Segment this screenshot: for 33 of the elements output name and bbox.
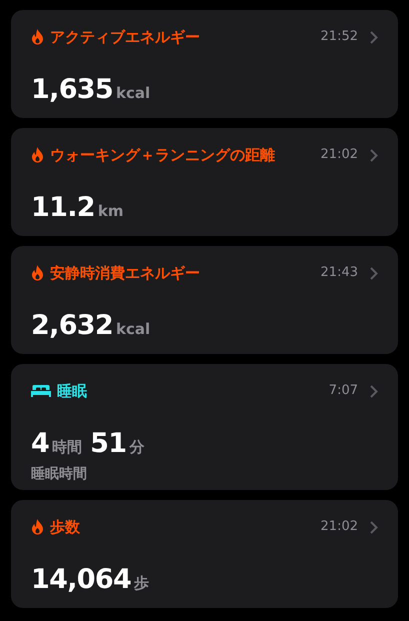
value-unit: km <box>98 201 124 222</box>
card-subtitle: 睡眠時間 <box>31 465 88 484</box>
chevron-icon <box>370 520 378 534</box>
card-title: 歩数 <box>50 516 80 538</box>
summary-card[interactable]: ウォーキング＋ランニングの距離 21:02 11.2 km <box>11 128 398 236</box>
card-title: ウォーキング＋ランニングの距離 <box>50 144 275 166</box>
card-title: 睡眠 <box>57 380 87 402</box>
value-unit: kcal <box>116 319 150 340</box>
chevron-icon <box>370 266 378 280</box>
card-time: 21:02 <box>320 518 358 536</box>
summary-card[interactable]: 歩数 21:02 14,064 歩 <box>11 500 398 608</box>
card-time: 21:52 <box>320 28 358 46</box>
chevron-icon <box>370 384 378 398</box>
value-unit: 時間 <box>52 437 82 458</box>
value-number: 1,635 <box>31 73 114 107</box>
value-unit: 歩 <box>134 573 150 594</box>
card-time: 21:02 <box>320 146 358 164</box>
summary-card[interactable]: 睡眠 7:07 4 時間 51 分 睡眠時間 <box>11 364 398 490</box>
card-title: アクティブエネルギー <box>50 26 200 48</box>
chevron-icon <box>370 148 378 162</box>
summary-card[interactable]: アクティブエネルギー 21:52 1,635 kcal <box>11 10 398 118</box>
value-number: 11.2 <box>31 191 95 225</box>
value-number: 14,064 <box>31 563 132 597</box>
summary-card[interactable]: 安静時消費エネルギー 21:43 2,632 kcal <box>11 246 398 354</box>
value-number: 2,632 <box>31 309 114 343</box>
value-unit: 分 <box>129 437 144 458</box>
card-time: 21:43 <box>320 264 358 282</box>
value-number: 51 <box>90 427 126 461</box>
card-title: 安静時消費エネルギー <box>50 262 200 284</box>
value-unit: kcal <box>116 83 150 104</box>
chevron-icon <box>370 30 378 44</box>
value-number: 4 <box>31 427 50 461</box>
card-time: 7:07 <box>328 382 358 400</box>
